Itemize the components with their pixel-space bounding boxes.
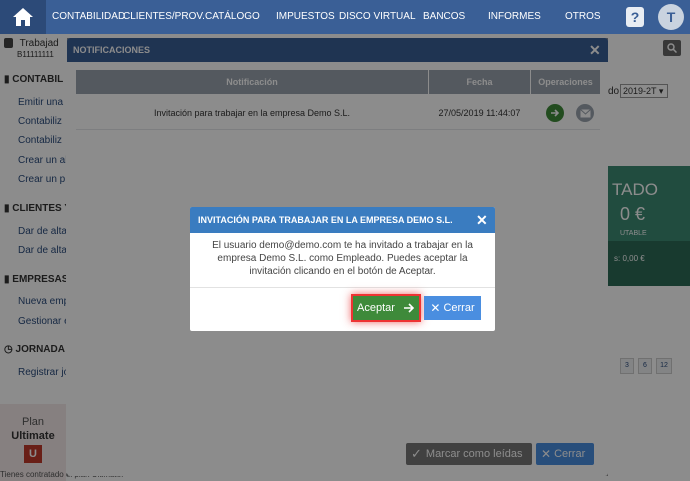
nav-informes[interactable]: INFORMES — [488, 0, 541, 34]
home-icon — [13, 8, 33, 26]
nav-contabilidad[interactable]: CONTABILIDAD — [52, 0, 125, 34]
user-avatar[interactable]: T — [658, 4, 684, 30]
invitation-title: INVITACIÓN PARA TRABAJAR EN LA EMPRESA D… — [198, 215, 453, 225]
nav-impuestos[interactable]: IMPUESTOS — [276, 0, 335, 34]
nav-otros[interactable]: OTROS — [565, 0, 601, 34]
invitation-close-button[interactable]: ✕ Cerrar — [424, 296, 481, 320]
arrow-right-icon — [403, 303, 415, 313]
accept-button[interactable]: Aceptar — [353, 296, 419, 320]
help-button[interactable]: ? — [626, 7, 644, 27]
nav-catalogo[interactable]: CATÁLOGO — [205, 0, 260, 34]
invitation-header: INVITACIÓN PARA TRABAJAR EN LA EMPRESA D… — [190, 207, 495, 233]
top-navbar: CONTABILIDAD CLIENTES/PROV. CATÁLOGO IMP… — [0, 0, 690, 34]
invitation-dialog: INVITACIÓN PARA TRABAJAR EN LA EMPRESA D… — [190, 207, 495, 331]
nav-bancos[interactable]: BANCOS — [423, 0, 465, 34]
divider — [190, 287, 495, 288]
nav-disco-virtual[interactable]: DISCO VIRTUAL — [339, 0, 416, 34]
nav-clientes-prov[interactable]: CLIENTES/PROV. — [123, 0, 205, 34]
home-button[interactable] — [0, 0, 46, 34]
close-icon: ✕ — [430, 301, 441, 315]
invitation-message: El usuario demo@demo.com te ha invitado … — [212, 240, 473, 277]
close-icon[interactable]: ✕ — [476, 210, 488, 230]
